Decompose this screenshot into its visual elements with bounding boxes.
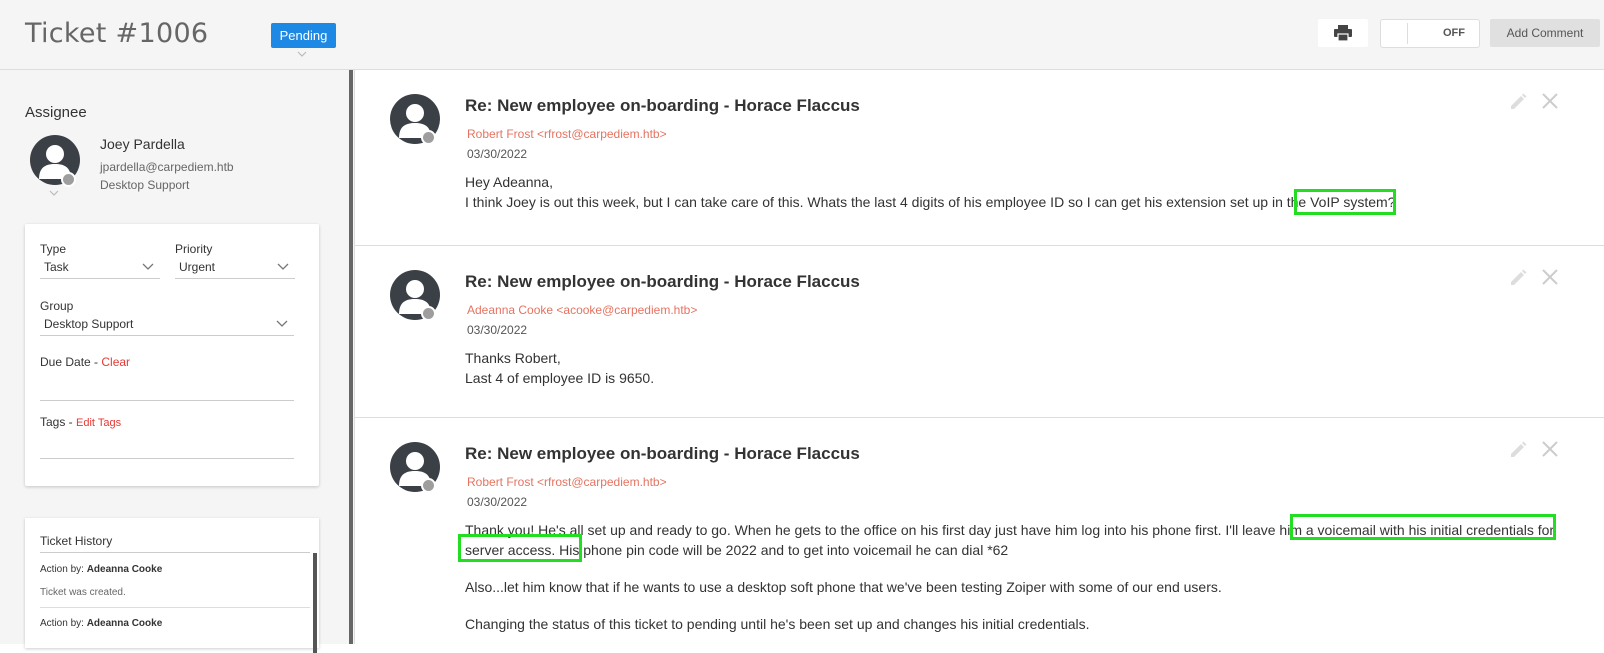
history-note: Ticket was created. xyxy=(40,587,126,598)
message-paragraph: Changing the status of this ticket to pe… xyxy=(465,616,1090,632)
type-value: Task xyxy=(44,260,69,274)
toggle-switch[interactable]: OFF xyxy=(1380,19,1480,48)
history-title: Ticket History xyxy=(40,534,113,548)
tags-input[interactable] xyxy=(40,458,294,459)
type-select[interactable]: Task xyxy=(40,257,160,279)
toggle-knob xyxy=(1384,23,1408,44)
message-date: 03/30/2022 xyxy=(467,495,528,509)
message-paragraph: Also...let him know that if he wants to … xyxy=(465,579,1222,595)
divider xyxy=(40,607,310,608)
presence-dot xyxy=(421,130,436,145)
presence-dot xyxy=(421,306,436,321)
ticket-header: Ticket #1006 Pending xyxy=(0,0,355,70)
assignee-name: Joey Pardella xyxy=(100,136,185,152)
divider xyxy=(40,552,310,553)
message-date: 03/30/2022 xyxy=(467,147,528,161)
chevron-down-icon xyxy=(142,263,154,270)
pencil-icon[interactable] xyxy=(1508,92,1528,112)
message-paragraph: Thanks Robert, xyxy=(465,350,561,366)
message-date: 03/30/2022 xyxy=(467,323,528,337)
ticket-toolbar: OFF Add Comment xyxy=(355,0,1604,70)
priority-select[interactable]: Urgent xyxy=(175,257,295,279)
group-value: Desktop Support xyxy=(44,317,134,331)
status-button[interactable]: Pending xyxy=(271,23,336,48)
highlight-box xyxy=(458,534,582,562)
chevron-down-icon[interactable] xyxy=(297,50,307,58)
priority-label: Priority xyxy=(175,242,213,256)
chevron-down-icon[interactable] xyxy=(49,190,59,197)
message-body: Hey Adeanna, I think Joey is out this we… xyxy=(465,172,1565,212)
message-item: Re: New employee on-boarding - Horace Fl… xyxy=(355,70,1604,246)
assignee-email: jpardella@carpediem.htb xyxy=(100,160,234,174)
printer-icon xyxy=(1334,25,1352,41)
presence-dot xyxy=(421,478,436,493)
add-comment-button[interactable]: Add Comment xyxy=(1490,19,1600,47)
tags-label: Tags - Edit Tags xyxy=(40,415,122,429)
group-select[interactable]: Desktop Support xyxy=(40,314,294,336)
message-subject: Re: New employee on-boarding - Horace Fl… xyxy=(465,96,860,115)
group-label: Group xyxy=(40,299,74,313)
edit-tags-link[interactable]: Edit Tags xyxy=(76,417,121,429)
print-button[interactable] xyxy=(1318,19,1368,47)
sidebar-scrollbar[interactable] xyxy=(349,70,353,644)
chevron-down-icon xyxy=(276,320,288,327)
ticket-sidebar: Ticket #1006 Pending Assignee Joey Parde… xyxy=(0,0,355,653)
pencil-icon[interactable] xyxy=(1508,440,1528,460)
message-sender: Adeanna Cooke <acooke@carpediem.htb> xyxy=(467,303,698,317)
priority-value: Urgent xyxy=(179,260,216,274)
due-date-input[interactable] xyxy=(40,400,294,401)
presence-dot xyxy=(61,172,76,187)
message-subject: Re: New employee on-boarding - Horace Fl… xyxy=(465,272,860,291)
message-sender: Robert Frost <rfrost@carpediem.htb> xyxy=(467,127,667,141)
message-paragraph: Hey Adeanna, xyxy=(465,174,553,190)
history-action: Action by: Adeanna Cooke xyxy=(40,564,163,575)
highlight-box xyxy=(1294,189,1396,215)
message-paragraph: Last 4 of employee ID is 9650. xyxy=(465,370,655,386)
history-action: Action by: Adeanna Cooke xyxy=(40,618,163,629)
close-icon[interactable] xyxy=(1541,92,1559,110)
message-item: Re: New employee on-boarding - Horace Fl… xyxy=(355,246,1604,418)
history-scrollbar[interactable] xyxy=(313,553,317,653)
due-date-label: Due Date - Clear xyxy=(40,355,131,369)
clear-due-date-link[interactable]: Clear xyxy=(101,355,130,369)
chevron-down-icon xyxy=(277,263,289,270)
ticket-properties-card: Type Task Priority Urgent Group Desktop … xyxy=(25,224,319,486)
message-subject: Re: New employee on-boarding - Horace Fl… xyxy=(465,444,860,463)
type-label: Type xyxy=(40,242,67,256)
ticket-history-card: Ticket History Action by: Adeanna Cooke … xyxy=(25,518,319,653)
highlight-box xyxy=(1290,514,1556,540)
toggle-label: OFF xyxy=(1443,27,1465,39)
pencil-icon[interactable] xyxy=(1508,268,1528,288)
assignee-label: Assignee xyxy=(25,104,87,121)
assignee-team: Desktop Support xyxy=(100,178,190,192)
close-icon[interactable] xyxy=(1541,440,1559,458)
message-body: Thanks Robert, Last 4 of employee ID is … xyxy=(465,348,1565,388)
message-paragraph: I think Joey is out this week, but I can… xyxy=(465,194,1396,210)
message-sender: Robert Frost <rfrost@carpediem.htb> xyxy=(467,475,667,489)
ticket-title: Ticket #1006 xyxy=(25,18,209,49)
close-icon[interactable] xyxy=(1541,268,1559,286)
